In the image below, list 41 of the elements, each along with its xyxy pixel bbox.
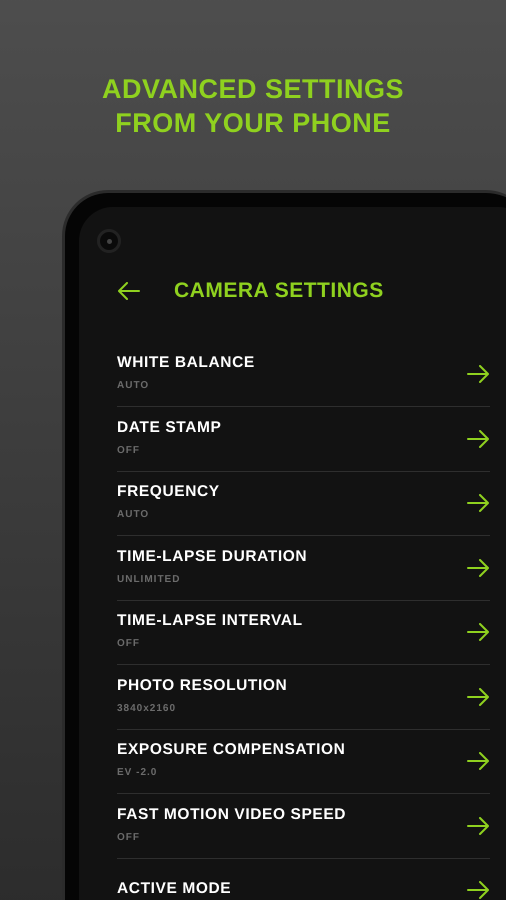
back-button[interactable] xyxy=(117,282,141,300)
setting-title: PHOTO RESOLUTION xyxy=(117,676,288,696)
setting-value: EV -2.0 xyxy=(117,766,158,780)
forward-arrow-icon xyxy=(466,752,490,770)
setting-value: OFF xyxy=(117,444,141,458)
setting-value: UNLIMITED xyxy=(117,572,182,587)
setting-value: OFF xyxy=(117,830,141,845)
setting-title: WHITE BALANCE xyxy=(117,353,255,374)
settings-row[interactable]: FREQUENCY AUTO xyxy=(117,472,490,536)
settings-row[interactable]: FAST MOTION VIDEO SPEED OFF xyxy=(117,794,490,858)
setting-title: TIME-LAPSE DURATION xyxy=(117,546,308,567)
setting-value: AUTO xyxy=(117,508,150,522)
setting-value: 3840x2160 xyxy=(117,702,178,716)
settings-row[interactable]: WHITE BALANCE AUTO xyxy=(117,342,490,407)
forward-arrow-icon xyxy=(466,816,490,835)
setting-title: TIME-LAPSE INTERVAL xyxy=(117,611,303,632)
setting-value: AUTO xyxy=(117,379,150,394)
forward-arrow-icon xyxy=(466,623,490,642)
settings-row[interactable]: DATE STAMP OFF xyxy=(117,407,490,472)
forward-arrow-icon xyxy=(466,558,490,577)
setting-value: OFF xyxy=(117,637,141,652)
forward-arrow-icon xyxy=(466,688,490,706)
forward-arrow-icon xyxy=(466,430,490,448)
forward-arrow-icon xyxy=(466,365,490,384)
settings-row[interactable]: PHOTO RESOLUTION 3840x2160 xyxy=(117,665,490,730)
back-arrow-icon xyxy=(117,282,141,300)
setting-title: DATE STAMP xyxy=(117,418,222,438)
settings-row[interactable]: EXPOSURE COMPENSATION EV -2.0 xyxy=(117,730,490,794)
settings-row[interactable]: TIME-LAPSE DURATION UNLIMITED xyxy=(117,536,490,600)
headline-text: FROM YOUR PHONE xyxy=(115,107,391,140)
setting-title: FAST MOTION VIDEO SPEED xyxy=(117,804,346,825)
setting-title: EXPOSURE COMPENSATION xyxy=(117,740,346,760)
setting-title: ACTIVE MODE xyxy=(117,878,232,899)
forward-arrow-icon xyxy=(466,881,490,900)
forward-arrow-icon xyxy=(466,494,490,512)
screen-title: CAMERA SETTINGS xyxy=(174,278,384,304)
camera-icon xyxy=(97,229,121,253)
setting-title: FREQUENCY xyxy=(117,482,220,502)
settings-row[interactable]: TIME-LAPSE INTERVAL OFF xyxy=(117,600,490,665)
settings-row[interactable]: ACTIVE MODE xyxy=(117,858,490,900)
headline-text: ADVANCED SETTINGS xyxy=(102,73,404,106)
